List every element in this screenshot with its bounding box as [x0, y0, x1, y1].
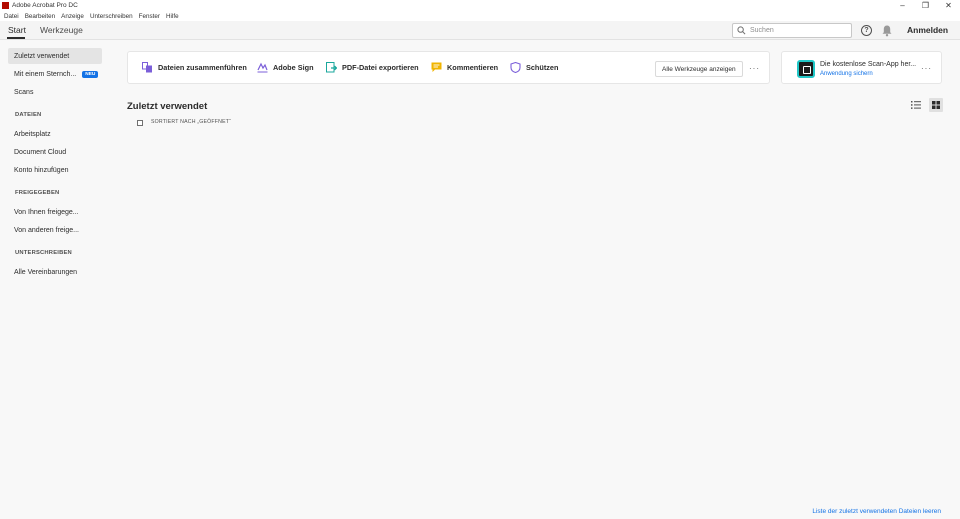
tool-export-pdf[interactable]: PDF-Datei exportieren — [326, 62, 419, 73]
menu-bar: Datei Bearbeiten Anzeige Unterschreiben … — [0, 11, 960, 21]
grid-view-button[interactable] — [929, 98, 943, 112]
sidebar-item-label: Alle Vereinbarungen — [14, 268, 78, 276]
tool-label: PDF-Datei exportieren — [342, 63, 419, 72]
list-view-icon — [911, 101, 921, 109]
menu-fenster[interactable]: Fenster — [139, 13, 160, 20]
bell-icon[interactable] — [881, 24, 893, 37]
clear-recent-link[interactable]: Liste der zuletzt verwendeten Dateien le… — [812, 508, 941, 515]
close-button[interactable]: ✕ — [937, 0, 960, 11]
search-placeholder: Suchen — [750, 27, 774, 34]
select-all-checkbox[interactable] — [137, 120, 143, 126]
list-view-button[interactable] — [909, 98, 923, 112]
all-tools-button[interactable]: Alle Werkzeuge anzeigen — [655, 61, 743, 77]
sign-pen-icon — [257, 62, 268, 73]
section-heading-files: DATEIEN — [15, 112, 42, 118]
sidebar-item-shared-by-you[interactable]: Von Ihnen freigege... — [8, 204, 102, 220]
sort-label[interactable]: SORTIERT NACH „GEÖFFNET“ — [151, 119, 231, 125]
search-icon — [737, 26, 746, 35]
tool-comment[interactable]: Kommentieren — [431, 62, 498, 73]
menu-datei[interactable]: Datei — [4, 13, 19, 20]
sidebar-item-label: Zuletzt verwendet — [14, 52, 70, 60]
export-pdf-icon — [326, 62, 337, 73]
combine-files-icon — [142, 62, 152, 73]
sidebar-item-scans[interactable]: Scans — [8, 84, 102, 100]
menu-bearbeiten[interactable]: Bearbeiten — [25, 13, 55, 20]
scan-app-icon — [797, 60, 815, 78]
tool-label: Adobe Sign — [273, 63, 314, 72]
grid-view-icon — [932, 101, 940, 109]
sidebar-item-stamp[interactable]: Mit einem Sternch... NEU — [8, 66, 102, 82]
sidebar-item-shared-by-others[interactable]: Von anderen freige... — [8, 222, 102, 238]
sidebar-item-cloud[interactable]: Document Cloud — [8, 144, 102, 160]
sidebar-item-label: Von anderen freige... — [14, 226, 79, 234]
tab-start[interactable]: Start — [8, 25, 26, 35]
search-input[interactable]: Suchen — [732, 23, 852, 38]
sidebar-item-label: Document Cloud — [14, 148, 67, 156]
signin-button[interactable]: Anmelden — [907, 25, 948, 35]
sidebar-item-recent[interactable]: Zuletzt verwendet — [8, 48, 102, 64]
new-badge: NEU — [82, 70, 99, 78]
promo-more-button[interactable]: ··· — [921, 64, 932, 73]
tools-card: Dateien zusammenführen Adobe Sign PDF-Da… — [127, 51, 770, 84]
sidebar-item-workspace[interactable]: Arbeitsplatz — [8, 126, 102, 142]
tool-label: Kommentieren — [447, 63, 499, 72]
sidebar-item-label: Arbeitsplatz — [14, 130, 51, 138]
help-icon[interactable]: ? — [861, 25, 872, 36]
scan-app-promo-card: Die kostenlose Scan-App her... Anwendung… — [781, 51, 942, 84]
promo-link[interactable]: Anwendung sichern — [820, 71, 873, 77]
restore-button[interactable]: ❐ — [914, 0, 937, 11]
tool-adobe-sign[interactable]: Adobe Sign — [257, 62, 314, 73]
tool-combine-files[interactable]: Dateien zusammenführen — [142, 62, 247, 73]
acrobat-logo-icon — [2, 2, 9, 9]
tools-more-button[interactable]: ··· — [749, 64, 760, 73]
active-tab-indicator — [7, 37, 25, 39]
tab-werkzeuge[interactable]: Werkzeuge — [40, 25, 83, 35]
promo-title: Die kostenlose Scan-App her... — [820, 61, 917, 68]
menu-anzeige[interactable]: Anzeige — [61, 13, 84, 20]
sidebar-item-label: Konto hinzufügen — [14, 166, 69, 174]
sidebar-item-agreements[interactable]: Alle Vereinbarungen — [8, 264, 102, 280]
tool-label: Dateien zusammenführen — [158, 63, 247, 72]
section-heading-shared: FREIGEGEBEN — [15, 190, 60, 196]
shield-icon — [510, 62, 521, 73]
sidebar-item-label: Scans — [14, 88, 34, 96]
sidebar-item-add-account[interactable]: Konto hinzufügen — [8, 162, 102, 178]
section-heading-sign: UNTERSCHREIBEN — [15, 250, 72, 256]
window-controls: – ❐ ✕ — [891, 0, 960, 11]
window-title: Adobe Acrobat Pro DC — [12, 2, 78, 9]
sidebar-item-label: Von Ihnen freigege... — [14, 208, 79, 216]
menu-unterschreiben[interactable]: Unterschreiben — [90, 13, 133, 20]
sidebar-item-label: Mit einem Sternch... — [14, 70, 77, 78]
minimize-button[interactable]: – — [891, 0, 914, 11]
comment-icon — [431, 62, 442, 72]
title-bar: Adobe Acrobat Pro DC – ❐ ✕ — [0, 0, 960, 11]
page-title: Zuletzt verwendet — [127, 101, 208, 112]
tool-label: Schützen — [526, 63, 559, 72]
menu-hilfe[interactable]: Hilfe — [166, 13, 179, 20]
tab-bar: Start Werkzeuge Suchen ? Anmelden — [0, 21, 960, 40]
sidebar: Zuletzt verwendet Mit einem Sternch... NE… — [0, 41, 110, 519]
tool-protect[interactable]: Schützen — [510, 62, 558, 73]
